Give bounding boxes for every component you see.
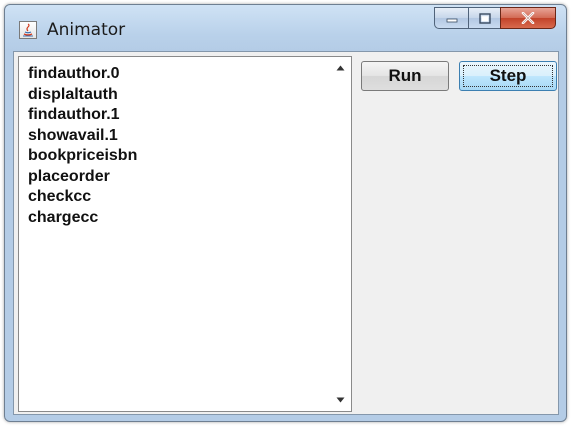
list-item[interactable]: showavail.1 [19, 126, 330, 147]
minimize-button[interactable] [434, 7, 468, 29]
step-button[interactable]: Step [459, 61, 557, 91]
step-button-label: Step [489, 66, 527, 85]
maximize-icon [478, 12, 491, 24]
list-item[interactable]: displaltauth [19, 85, 330, 106]
vertical-scrollbar[interactable] [330, 57, 351, 411]
list-item[interactable]: checkcc [19, 187, 330, 208]
animator-window: Animator findauthor.0 displaltauth finda… [4, 4, 567, 422]
minimize-icon [446, 18, 457, 23]
client-area: findauthor.0 displaltauth findauthor.1 s… [13, 51, 559, 415]
step-list[interactable]: findauthor.0 displaltauth findauthor.1 s… [19, 57, 330, 411]
caption-buttons [434, 7, 556, 29]
list-item[interactable]: placeorder [19, 167, 330, 188]
run-button[interactable]: Run [361, 61, 449, 91]
controls-pane: Run Step [356, 56, 557, 412]
close-icon [521, 12, 535, 24]
scroll-down-arrow-icon [336, 397, 345, 403]
title-bar[interactable]: Animator [5, 5, 566, 51]
list-item[interactable]: bookpriceisbn [19, 146, 330, 167]
scroll-down-button[interactable] [330, 391, 351, 409]
list-item[interactable]: findauthor.1 [19, 105, 330, 126]
list-item[interactable]: chargecc [19, 208, 330, 229]
maximize-button[interactable] [468, 7, 500, 29]
scroll-up-arrow-icon [336, 65, 345, 71]
java-icon[interactable] [19, 21, 37, 39]
close-button[interactable] [500, 7, 556, 29]
window-title: Animator [47, 20, 126, 40]
step-list-pane: findauthor.0 displaltauth findauthor.1 s… [18, 56, 352, 412]
list-item[interactable]: findauthor.0 [19, 64, 330, 85]
scroll-up-button[interactable] [330, 59, 351, 77]
